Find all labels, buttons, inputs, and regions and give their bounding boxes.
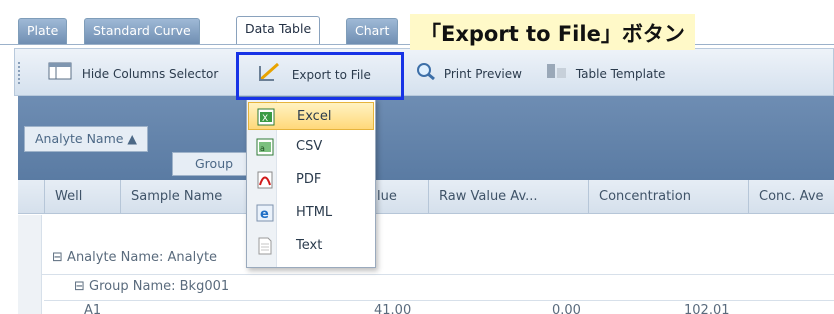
column-header-well[interactable]: Well [44,180,120,214]
export-menu-label: Text [296,238,323,253]
toolbar-grip[interactable] [18,62,22,84]
text-file-icon [256,237,274,266]
export-menu-label: CSV [296,139,323,154]
table-template-button[interactable]: Table Template [546,62,665,84]
group-chip-analyte-name[interactable]: Analyte Name ▲ [24,126,149,152]
column-header-concentration[interactable]: Concentration [588,180,748,214]
hide-columns-button[interactable]: Hide Columns Selector [48,62,218,84]
column-header-conc-ave[interactable]: Conc. Ave [748,180,834,214]
cell-value: 41.00 [374,303,412,314]
magnifier-icon [416,62,436,87]
svg-text:X: X [262,114,268,124]
analyte-group-row [18,215,834,275]
tab-data-table[interactable]: Data Table [236,16,321,46]
column-header-raw-value-avg[interactable]: Raw Value Av... [428,180,588,214]
export-menu-label: HTML [296,205,333,220]
analyte-group-text: Analyte Name: Analyte [67,250,218,265]
html-icon: e [256,204,274,233]
export-menu-item-pdf[interactable]: PDF [248,166,374,194]
export-menu-label: PDF [296,172,322,187]
group-row-text: Group Name: Bkg001 [89,279,230,294]
print-preview-button[interactable]: Print Preview [416,62,522,84]
table-template-label: Table Template [575,67,666,81]
annotation-highlight-box [236,52,404,100]
tab-standard-curve[interactable]: Standard Curve [84,18,200,44]
hide-columns-label: Hide Columns Selector [81,67,219,81]
export-menu-item-csv[interactable]: a CSV [248,133,374,161]
svg-text:a: a [260,144,265,153]
csv-icon: a [256,138,274,167]
tab-plate[interactable]: Plate [18,18,68,44]
export-menu-item-text[interactable]: Text [248,232,374,260]
cell-raw-avg: 0.00 [552,303,581,314]
pdf-icon [256,171,274,200]
analyte-group-label[interactable]: ⊟ Analyte Name: Analyte [52,250,217,265]
group-row-label[interactable]: ⊟ Group Name: Bkg001 [74,279,229,294]
group-chip-group[interactable]: Group [172,152,248,176]
tab-chart[interactable]: Chart [346,18,399,44]
print-preview-label: Print Preview [443,67,522,81]
export-menu-label: Excel [297,109,332,124]
cell-concentration: 102.01 [684,303,730,314]
export-menu-item-html[interactable]: e HTML [248,199,374,227]
svg-text:e: e [260,207,269,222]
table-template-icon [546,62,568,87]
collapse-icon[interactable]: ⊟ [74,279,85,294]
table-row[interactable]: A1 41.00 0.00 102.01 [44,301,834,314]
columns-icon [48,62,72,87]
export-menu-item-excel[interactable]: X Excel [248,102,374,130]
collapse-icon[interactable]: ⊟ [52,250,63,265]
row-indicator-column [18,215,42,314]
annotation-text: 「Export to File」ボタン [420,22,685,46]
cell-well: A1 [84,303,102,314]
